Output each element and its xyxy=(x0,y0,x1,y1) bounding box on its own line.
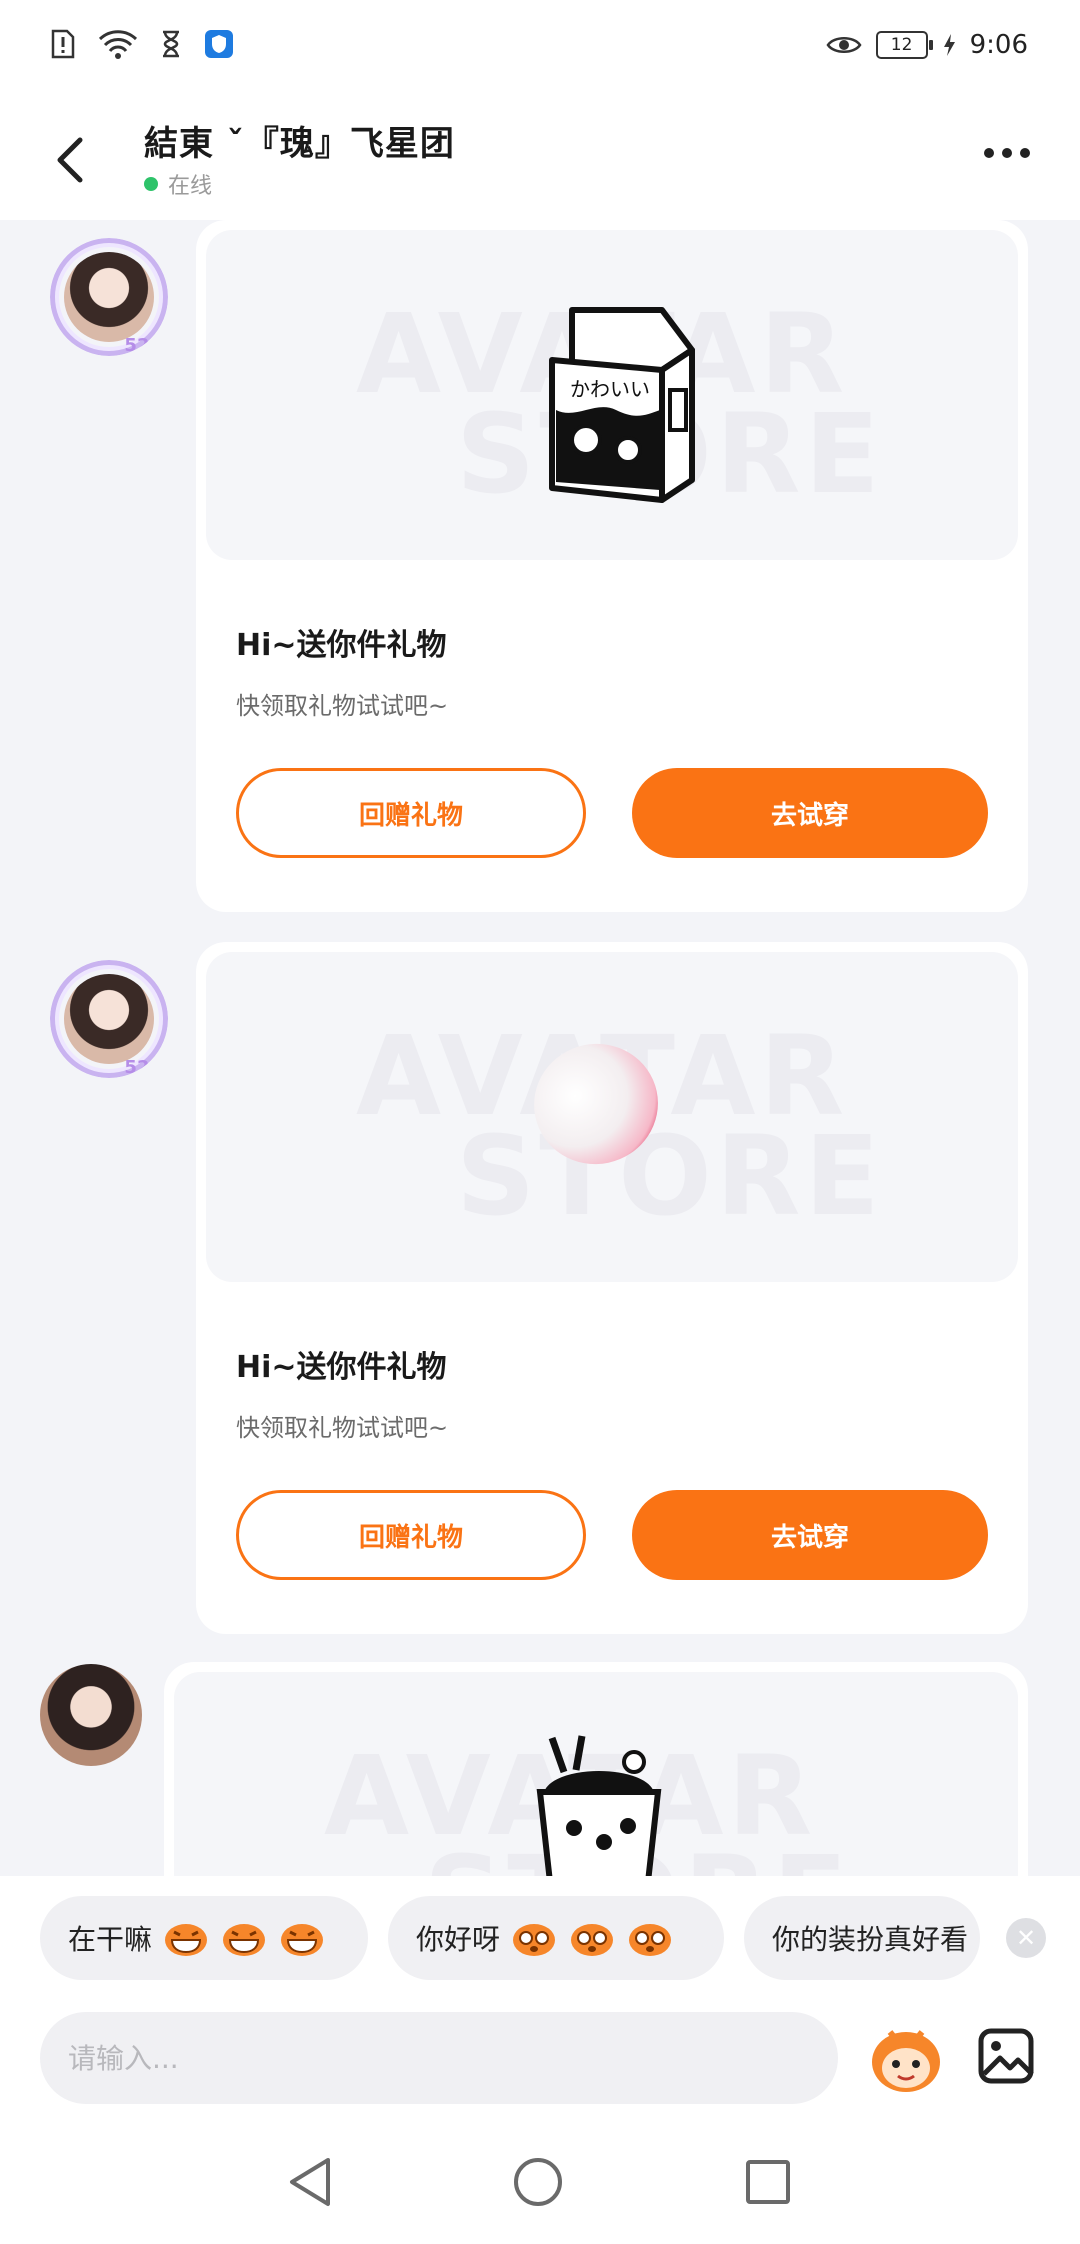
quick-reply-chip[interactable]: 你好呀 xyxy=(388,1896,724,1980)
eye-icon xyxy=(826,37,862,53)
more-dot xyxy=(1002,148,1012,158)
quick-reply-chip[interactable]: 在干嘛 xyxy=(40,1896,368,1980)
status-bar: 12 9:06 xyxy=(0,0,1080,96)
svg-text:かわいい: かわいい xyxy=(570,377,650,401)
grinning-monkey-emoji-icon xyxy=(223,1924,266,1956)
nav-back-icon[interactable] xyxy=(286,2156,334,2208)
clock: 9:06 xyxy=(969,30,1028,60)
grinning-monkey-emoji-icon xyxy=(165,1924,208,1956)
gift-card-subtitle: 快领取礼物试试吧~ xyxy=(236,1414,449,1442)
online-dot xyxy=(144,177,158,191)
battery-icon: 12 xyxy=(875,31,933,59)
return-gift-button[interactable]: 回赠礼物 xyxy=(236,768,586,858)
watermark: STORE xyxy=(456,1112,884,1240)
shield-icon xyxy=(205,30,233,58)
more-options-button[interactable] xyxy=(984,148,1030,158)
chat-header: 結東 ˇ『瑰』飞星团 在线 xyxy=(0,96,1080,220)
return-gift-button[interactable]: 回赠礼物 xyxy=(236,1490,586,1580)
gift-card-title: Hi~送你件礼物 xyxy=(236,1350,447,1385)
more-dot xyxy=(1020,148,1030,158)
quick-reply-chip[interactable]: 你的装扮真好看 xyxy=(744,1896,980,1980)
message-input[interactable] xyxy=(40,2012,838,2104)
surprised-monkey-emoji-icon xyxy=(629,1924,672,1956)
gift-preview[interactable]: AVATAR STORE xyxy=(174,1672,1018,1876)
peach-petal-icon xyxy=(534,1043,658,1165)
quick-reply-bar: 在干嘛 你好呀 你的装扮真好看 ✕ xyxy=(0,1876,1080,2000)
back-icon[interactable] xyxy=(48,132,96,188)
quick-reply-label: 在干嘛 xyxy=(68,1923,153,1956)
wifi-icon xyxy=(98,30,138,59)
chat-title: 結東 ˇ『瑰』飞星团 xyxy=(144,124,455,164)
sender-avatar[interactable]: 520 xyxy=(50,960,168,1078)
gift-preview[interactable]: AVATAR STORE xyxy=(206,952,1018,1282)
more-dot xyxy=(984,148,994,158)
hourglass-icon xyxy=(163,30,179,58)
quick-reply-label: 你好呀 xyxy=(416,1923,501,1956)
nav-home-icon[interactable] xyxy=(514,2158,562,2206)
avatar-frame-badge: 520 xyxy=(124,335,162,356)
surprised-monkey-emoji-icon xyxy=(513,1924,556,1956)
image-picker-icon[interactable] xyxy=(976,2026,1036,2086)
gift-card-title: Hi~送你件礼物 xyxy=(236,628,447,663)
sim-alert-icon xyxy=(51,29,75,59)
gift-card: AVATAR STORE Hi~送你件礼物 快领取礼物试试吧~ 回赠礼物 去试穿 xyxy=(196,942,1028,1634)
gift-preview[interactable]: AVATAR STORE かわいい xyxy=(206,230,1018,560)
gift-card: AVATAR STORE xyxy=(164,1662,1028,1876)
surprised-monkey-emoji-icon xyxy=(571,1924,614,1956)
try-on-button[interactable]: 去试穿 xyxy=(632,768,988,858)
grinning-monkey-emoji-icon xyxy=(281,1924,324,1956)
chat-scroll-area[interactable]: 520 AVATAR STORE かわいい Hi~送你件礼物 快领取礼物试试吧~… xyxy=(0,220,1080,1876)
monkey-sticker-icon[interactable] xyxy=(868,2022,944,2094)
online-label: 在线 xyxy=(168,174,213,199)
online-status: 在线 xyxy=(144,168,212,200)
close-quick-replies-icon[interactable]: ✕ xyxy=(1006,1918,1046,1958)
ice-cream-sundae-icon xyxy=(536,1735,662,1876)
gift-card-subtitle: 快领取礼物试试吧~ xyxy=(236,692,449,720)
sender-avatar[interactable] xyxy=(40,1664,142,1766)
try-on-button[interactable]: 去试穿 xyxy=(632,1490,988,1580)
sender-avatar[interactable]: 520 xyxy=(50,238,168,356)
milk-carton-icon: かわいい xyxy=(549,307,695,503)
nav-recent-apps-icon[interactable] xyxy=(746,2160,790,2204)
charging-icon xyxy=(943,34,955,56)
quick-reply-label: 你的装扮真好看 xyxy=(772,1923,969,1956)
avatar-frame-badge: 520 xyxy=(124,1057,162,1078)
system-nav-bar xyxy=(0,2116,1080,2244)
input-bar xyxy=(0,2000,1080,2116)
gift-card: AVATAR STORE かわいい Hi~送你件礼物 快领取礼物试试吧~ 回赠礼… xyxy=(196,220,1028,912)
